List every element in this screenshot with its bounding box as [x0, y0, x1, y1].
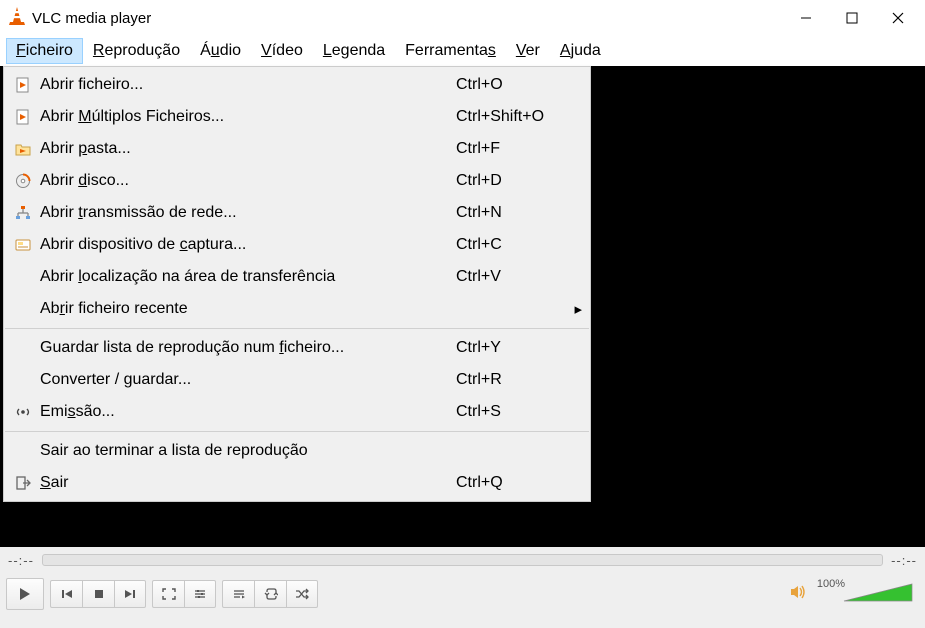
menu-item-shortcut: Ctrl+D: [456, 172, 566, 190]
menu-reprodução[interactable]: Reprodução: [83, 38, 190, 64]
menu-item-label: Abrir disco...: [36, 172, 456, 190]
menu-item-label: Abrir dispositivo de captura...: [36, 236, 456, 254]
bottom-bar: --:-- --:-- 100%: [0, 547, 925, 628]
menu-item[interactable]: Abrir transmissão de rede...Ctrl+N: [4, 197, 590, 229]
file-play-icon: [10, 77, 36, 93]
menu-item-label: Abrir pasta...: [36, 140, 456, 158]
menu-item-label: Converter / guardar...: [36, 371, 456, 389]
folder-icon: [10, 141, 36, 157]
menu-separator: [5, 431, 589, 432]
previous-button[interactable]: [50, 580, 82, 608]
menu-ajuda[interactable]: Ajuda: [550, 38, 611, 64]
menu-item-label: Emissão...: [36, 403, 456, 421]
exit-icon: [10, 475, 36, 491]
seek-slider[interactable]: [42, 554, 883, 566]
menu-vídeo[interactable]: Vídeo: [251, 38, 313, 64]
menu-item[interactable]: Guardar lista de reprodução num ficheiro…: [4, 332, 590, 364]
menu-áudio[interactable]: Áudio: [190, 38, 251, 64]
menu-item-label: Sair: [36, 474, 456, 492]
menu-legenda[interactable]: Legenda: [313, 38, 395, 64]
menu-ferramentas[interactable]: Ferramentas: [395, 38, 506, 64]
menu-item[interactable]: Abrir localização na área de transferênc…: [4, 261, 590, 293]
menu-item-shortcut: Ctrl+N: [456, 204, 566, 222]
vlc-cone-icon: [8, 6, 26, 30]
menu-item-shortcut: Ctrl+R: [456, 371, 566, 389]
menu-item-label: Guardar lista de reprodução num ficheiro…: [36, 339, 456, 357]
time-elapsed: --:--: [8, 553, 34, 568]
menu-item-label: Abrir transmissão de rede...: [36, 204, 456, 222]
titlebar: VLC media player: [0, 0, 925, 36]
menu-item[interactable]: Abrir dispositivo de captura...Ctrl+C: [4, 229, 590, 261]
time-total: --:--: [891, 553, 917, 568]
minimize-button[interactable]: [783, 2, 829, 34]
menu-item[interactable]: Abrir ficheiro recente ▸: [4, 293, 590, 325]
menu-item-label: Abrir localização na área de transferênc…: [36, 268, 456, 286]
menu-item-label: Abrir Múltiplos Ficheiros...: [36, 108, 456, 126]
maximize-button[interactable]: [829, 2, 875, 34]
extended-settings-button[interactable]: [184, 580, 216, 608]
card-icon: [10, 237, 36, 253]
stop-button[interactable]: [82, 580, 114, 608]
disc-icon: [10, 173, 36, 189]
menu-item[interactable]: Abrir Múltiplos Ficheiros...Ctrl+Shift+O: [4, 101, 590, 133]
menu-ver[interactable]: Ver: [506, 38, 550, 64]
close-button[interactable]: [875, 2, 921, 34]
menu-item-shortcut: Ctrl+Q: [456, 474, 566, 492]
menu-item-shortcut: Ctrl+Y: [456, 339, 566, 357]
window-title: VLC media player: [32, 10, 783, 27]
window-controls: [783, 2, 921, 34]
menu-item[interactable]: Abrir ficheiro...Ctrl+O: [4, 69, 590, 101]
menu-item-shortcut: Ctrl+Shift+O: [456, 108, 566, 126]
menu-item-shortcut: Ctrl+F: [456, 140, 566, 158]
volume-percent: 100%: [817, 578, 845, 590]
menu-item-shortcut: Ctrl+S: [456, 403, 566, 421]
speaker-icon[interactable]: [789, 584, 807, 604]
menu-item-shortcut: Ctrl+O: [456, 76, 566, 94]
menu-item-shortcut: Ctrl+V: [456, 268, 566, 286]
menubar: FicheiroReproduçãoÁudioVídeoLegendaFerra…: [0, 36, 925, 66]
menu-item-label: Abrir ficheiro recente: [36, 300, 456, 318]
menu-ficheiro[interactable]: Ficheiro: [6, 38, 83, 64]
menu-item[interactable]: Converter / guardar...Ctrl+R: [4, 364, 590, 396]
menu-item[interactable]: Abrir pasta...Ctrl+F: [4, 133, 590, 165]
stream-icon: [10, 404, 36, 420]
play-button[interactable]: [6, 578, 44, 610]
menu-separator: [5, 328, 589, 329]
playlist-button[interactable]: [222, 580, 254, 608]
shuffle-button[interactable]: [286, 580, 318, 608]
volume-slider[interactable]: [843, 582, 913, 606]
menu-item[interactable]: Abrir disco...Ctrl+D: [4, 165, 590, 197]
menu-item-label: Abrir ficheiro...: [36, 76, 456, 94]
menu-item[interactable]: SairCtrl+Q: [4, 467, 590, 499]
file-menu-dropdown: Abrir ficheiro...Ctrl+OAbrir Múltiplos F…: [3, 66, 591, 502]
menu-item-shortcut: Ctrl+C: [456, 236, 566, 254]
next-button[interactable]: [114, 580, 146, 608]
menu-item[interactable]: Emissão...Ctrl+S: [4, 396, 590, 428]
menu-item-label: Sair ao terminar a lista de reprodução: [36, 442, 456, 460]
file-play-icon: [10, 109, 36, 125]
fullscreen-button[interactable]: [152, 580, 184, 608]
menu-item[interactable]: Sair ao terminar a lista de reprodução: [4, 435, 590, 467]
network-icon: [10, 205, 36, 221]
submenu-arrow-icon: ▸: [566, 300, 582, 318]
loop-button[interactable]: [254, 580, 286, 608]
